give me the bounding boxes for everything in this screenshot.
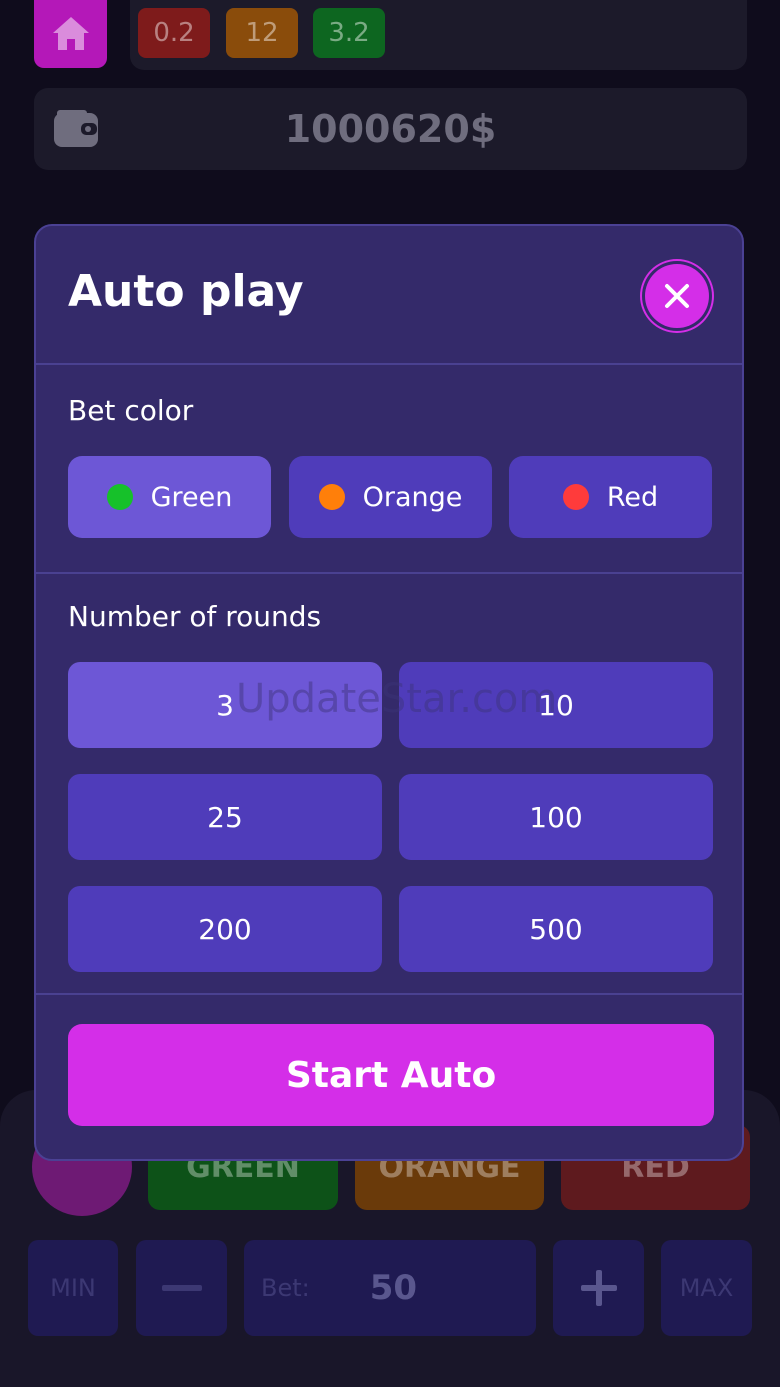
wallet-balance: 1000620$ (284, 107, 497, 151)
red-dot-icon (562, 484, 589, 510)
wallet-bar: 1000620$ (34, 88, 747, 170)
green-dot-icon (106, 484, 133, 510)
modal-title: Auto play (68, 266, 304, 317)
auto-play-modal: Auto play Bet color Green Orange Red Num… (34, 224, 744, 1161)
color-option-orange[interactable]: Orange (289, 456, 492, 538)
home-icon (52, 17, 89, 50)
plus-icon (580, 1270, 617, 1306)
bet-color-label: Bet color (68, 394, 194, 427)
color-option-green[interactable]: Green (68, 456, 271, 538)
history-chip-red: 0.2 (138, 8, 210, 58)
history-bar: 0.2 12 3.2 (130, 0, 747, 70)
color-option-label: Green (150, 481, 233, 513)
home-button[interactable] (34, 0, 107, 68)
divider (36, 572, 742, 574)
min-bet-button[interactable]: MIN (28, 1240, 118, 1336)
max-bet-button[interactable]: MAX (661, 1240, 752, 1336)
divider (36, 993, 742, 995)
rounds-option-500[interactable]: 500 (399, 886, 713, 972)
history-chip-green: 3.2 (313, 8, 385, 58)
start-auto-button[interactable]: Start Auto (68, 1024, 714, 1126)
color-option-label: Orange (362, 481, 463, 513)
rounds-option-3[interactable]: 3 (68, 662, 382, 748)
decrease-bet-button[interactable] (136, 1240, 227, 1336)
increase-bet-button[interactable] (553, 1240, 644, 1336)
rounds-option-10[interactable]: 10 (399, 662, 713, 748)
color-option-label: Red (606, 481, 659, 513)
rounds-label: Number of rounds (68, 600, 322, 633)
bet-label: Bet: (261, 1274, 310, 1302)
rounds-option-100[interactable]: 100 (399, 774, 713, 860)
close-button[interactable] (645, 264, 709, 328)
rounds-option-200[interactable]: 200 (68, 886, 382, 972)
rounds-option-25[interactable]: 25 (68, 774, 382, 860)
divider (36, 363, 742, 365)
minus-icon (161, 1285, 202, 1291)
history-chip-orange: 12 (226, 8, 298, 58)
color-option-red[interactable]: Red (509, 456, 712, 538)
bet-value: 50 (369, 1268, 418, 1308)
close-icon (665, 284, 689, 308)
orange-dot-icon (318, 484, 345, 510)
bet-amount-field[interactable]: Bet: 50 (244, 1240, 536, 1336)
